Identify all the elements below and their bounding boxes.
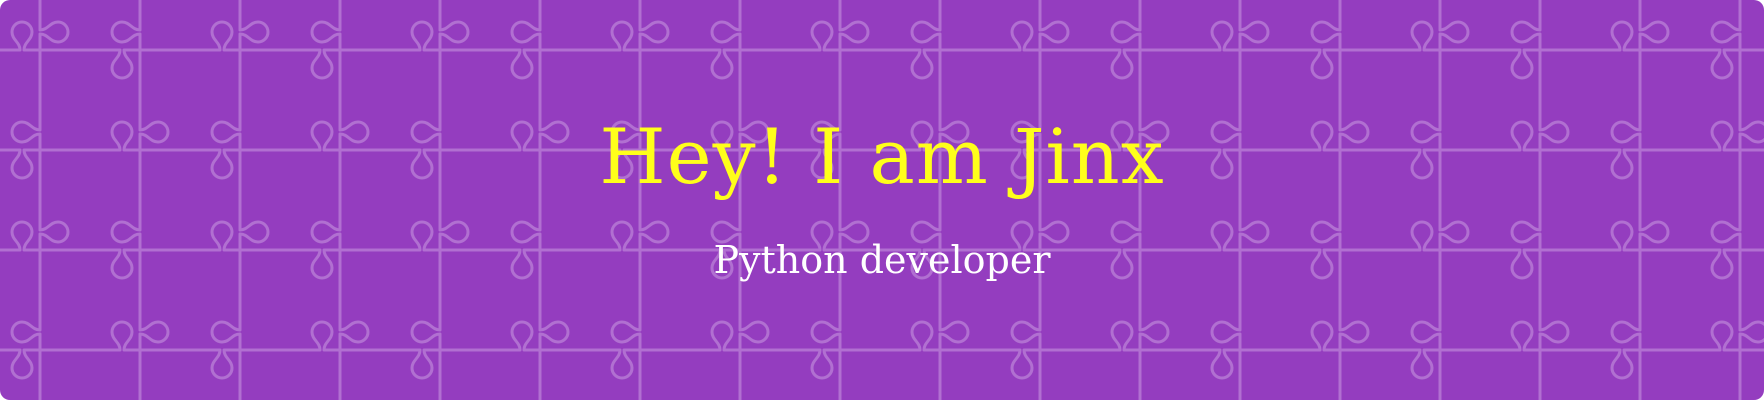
banner-subtitle: Python developer	[713, 238, 1051, 282]
profile-banner: Hey! I am Jinx Python developer	[0, 0, 1764, 400]
banner-title: Hey! I am Jinx	[599, 112, 1165, 201]
